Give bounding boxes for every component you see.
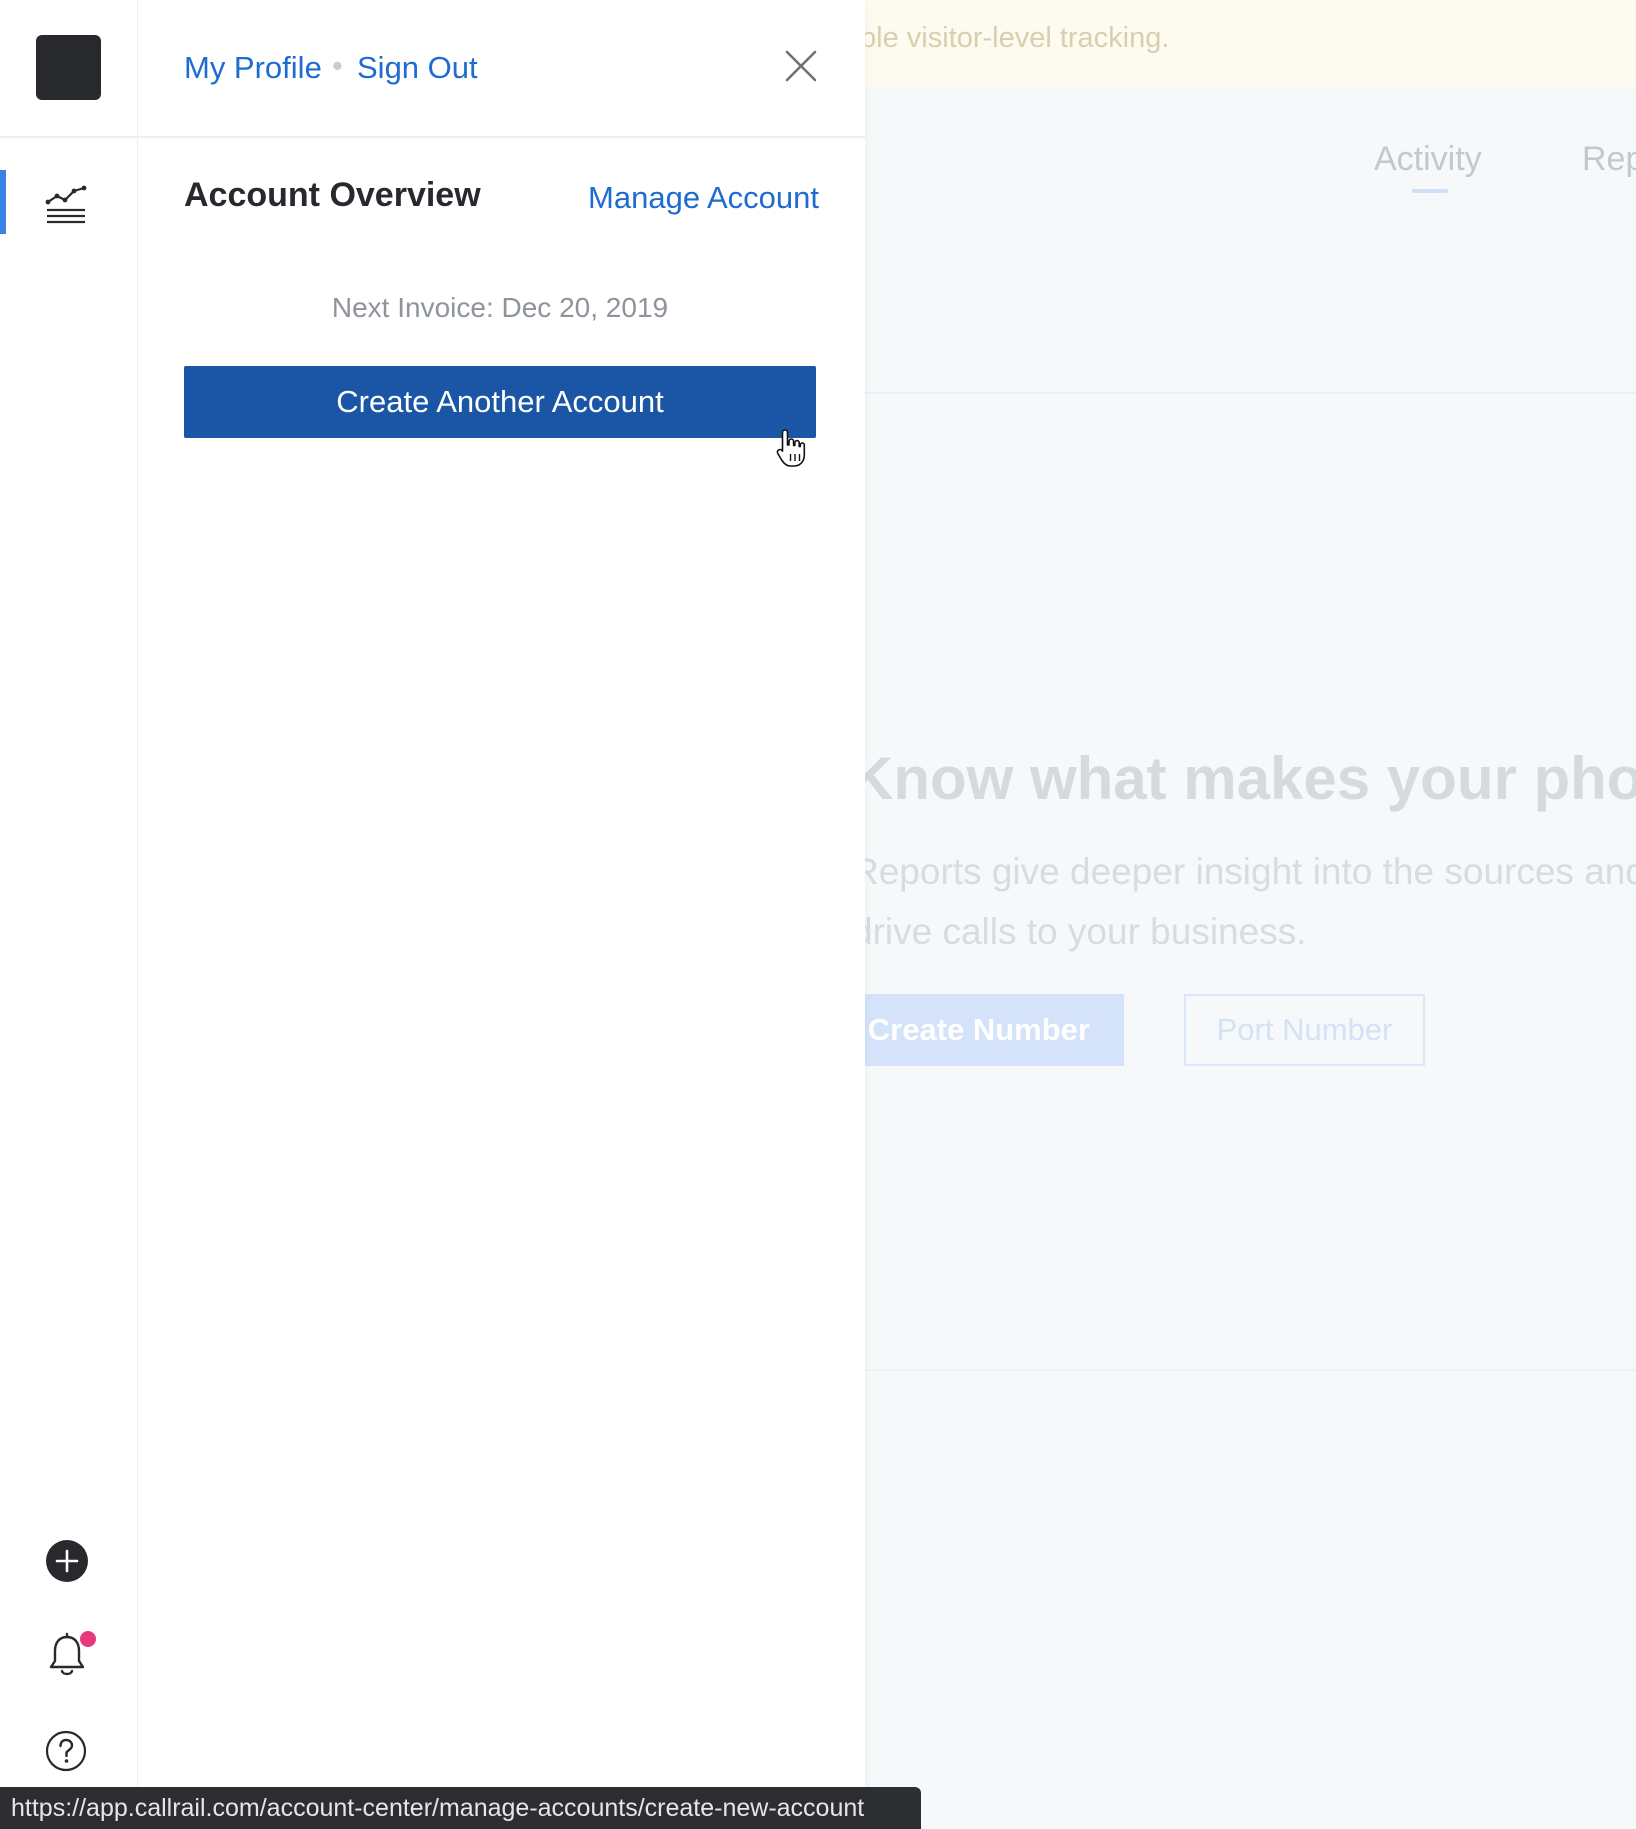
panel-divider bbox=[138, 136, 865, 138]
help-icon[interactable] bbox=[45, 1730, 87, 1772]
panel-title: Account Overview bbox=[184, 176, 481, 214]
hand-cursor-icon bbox=[776, 429, 806, 467]
analytics-icon[interactable] bbox=[44, 180, 88, 224]
header-divider bbox=[864, 392, 1636, 394]
account-logo[interactable] bbox=[36, 35, 101, 100]
manage-account-link[interactable]: Manage Account bbox=[588, 180, 819, 216]
notification-dot bbox=[80, 1631, 96, 1647]
plus-icon[interactable] bbox=[46, 1540, 88, 1582]
hero-title: Know what makes your phon bbox=[850, 745, 1636, 812]
sign-out-link[interactable]: Sign Out bbox=[357, 50, 478, 86]
active-indicator bbox=[0, 170, 6, 234]
status-bar-url: https://app.callrail.com/account-center/… bbox=[0, 1787, 921, 1829]
banner-text: ble visitor-level tracking. bbox=[860, 22, 1170, 54]
port-number-button[interactable]: Port Number bbox=[1184, 994, 1425, 1066]
tab-reports[interactable]: Rep bbox=[1582, 140, 1636, 179]
hero-description: Reports give deeper insight into the sou… bbox=[852, 851, 1636, 952]
tab-activity-underline bbox=[1412, 189, 1448, 193]
create-number-button[interactable]: Create Number bbox=[856, 994, 1124, 1066]
rail-divider bbox=[0, 136, 138, 138]
my-profile-link[interactable]: My Profile bbox=[184, 50, 322, 86]
link-separator: • bbox=[332, 48, 343, 83]
account-panel: My Profile • Sign Out Account Overview M… bbox=[138, 0, 865, 1829]
tab-activity[interactable]: Activity bbox=[1374, 140, 1482, 179]
create-another-account-button[interactable]: Create Another Account bbox=[184, 366, 816, 438]
icon-rail bbox=[0, 0, 138, 1829]
content-divider bbox=[864, 1369, 1636, 1371]
next-invoice-text: Next Invoice: Dec 20, 2019 bbox=[331, 292, 669, 323]
close-icon[interactable] bbox=[781, 46, 821, 86]
